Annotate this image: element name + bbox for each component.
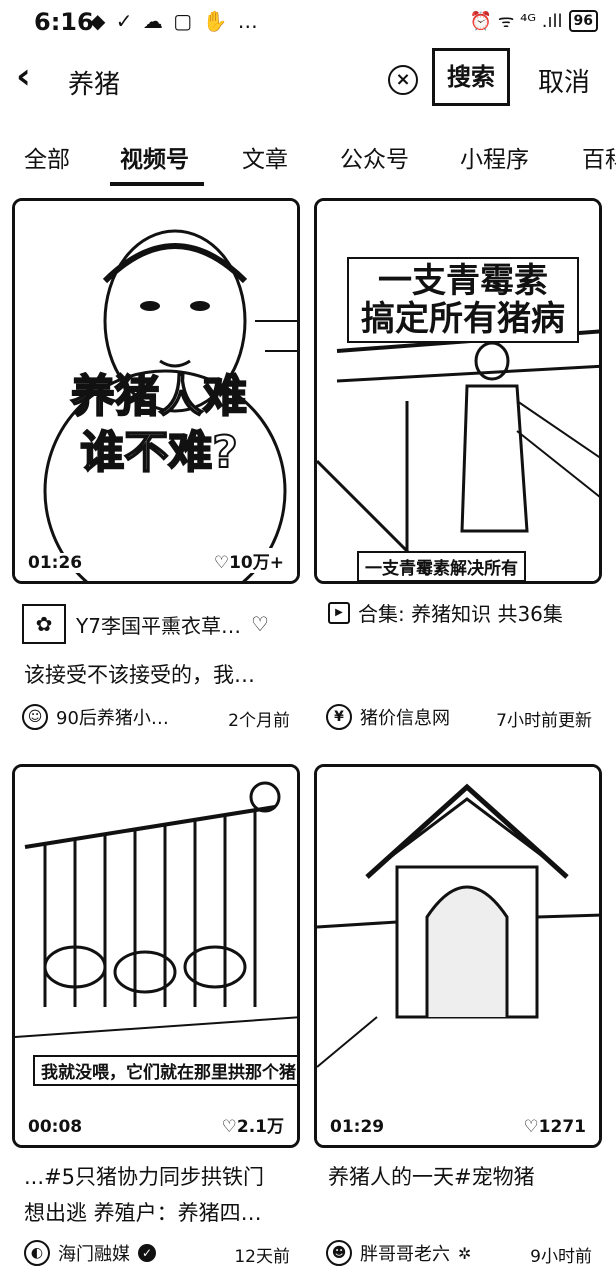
- thumbnail-caption-line-2: 谁不难?: [79, 426, 239, 479]
- system-icons: ⏰ ᯤ ⁴ᴳ .ıll 96: [470, 9, 598, 33]
- author-avatar: ☺: [22, 704, 48, 730]
- post-time: 7小时前更新: [496, 711, 592, 731]
- post-time: 2个月前: [228, 711, 290, 731]
- search-input[interactable]: 养猪: [68, 64, 120, 101]
- author-row[interactable]: ☺ 90后养猪小…: [22, 704, 169, 730]
- author-avatar: ¥: [326, 704, 352, 730]
- video-thumbnail-3[interactable]: 我就没喂，它们就在那里拱那个猪门 00:08 ♡2.1万: [12, 764, 300, 1148]
- video-duration: 01:29: [327, 1117, 388, 1137]
- author-row[interactable]: ☻ 胖哥哥老六 ✲: [326, 1240, 471, 1266]
- thumbnail-caption-line-1: 养猪人难: [70, 370, 248, 423]
- channel-name: Y7李国平熏衣草…: [76, 613, 241, 638]
- like-count: ♡10万+: [210, 548, 287, 573]
- tab-articles[interactable]: 文章: [242, 140, 288, 174]
- author-row[interactable]: ◐ 海门融媒 ✓: [24, 1240, 156, 1266]
- video-duration: 00:08: [25, 1117, 86, 1137]
- back-icon[interactable]: ‹: [16, 59, 52, 96]
- tab-all[interactable]: 全部: [24, 140, 70, 174]
- channel-row[interactable]: ✿ Y7李国平熏衣草… ♡: [22, 604, 304, 644]
- author-name: 猪价信息网: [360, 708, 450, 729]
- author-avatar: ◐: [24, 1240, 50, 1266]
- tab-mini-programs[interactable]: 小程序: [460, 140, 529, 174]
- video-subtitle: 我就没喂，它们就在那里拱那个猪门: [33, 1055, 297, 1086]
- battery-icon: 96: [568, 10, 598, 32]
- post-time: 12天前: [234, 1247, 290, 1267]
- badge-icon: ✲: [458, 1243, 472, 1263]
- clear-icon[interactable]: ×: [388, 65, 418, 95]
- verified-icon: ✓: [138, 1244, 156, 1262]
- collection-row[interactable]: ▶ 合集: 养猪知识 共36集: [328, 598, 610, 627]
- heart-icon[interactable]: ♡: [251, 612, 269, 636]
- search-button[interactable]: 搜索: [432, 48, 510, 106]
- video-description-line-1[interactable]: ...#5只猪协力同步拱铁门: [24, 1160, 306, 1194]
- thumbnail-caption-line-2: 搞定所有猪病: [347, 297, 579, 343]
- tab-official-accounts[interactable]: 公众号: [340, 140, 409, 174]
- video-thumbnail-1[interactable]: 养猪人难 谁不难? 01:26 ♡10万+: [12, 198, 300, 584]
- search-header: ‹ 养猪 × 搜索 取消: [0, 44, 616, 118]
- author-row[interactable]: ¥ 猪价信息网: [326, 704, 450, 730]
- category-tabs: 全部 视频号 文章 公众号 小程序 百科: [0, 130, 616, 190]
- active-tab-indicator: [110, 182, 204, 186]
- author-name: 胖哥哥老六: [360, 1244, 450, 1265]
- author-name: 90后养猪小…: [56, 708, 169, 729]
- like-count: ♡2.1万: [218, 1112, 287, 1137]
- tab-channels[interactable]: 视频号: [120, 140, 189, 174]
- collection-label: 合集: 养猪知识 共36集: [358, 602, 563, 626]
- video-thumbnail-2[interactable]: 一支青霉素 搞定所有猪病 一支青霉素解决所有: [314, 198, 602, 584]
- thumbnail-illustration: [15, 767, 297, 1145]
- author-avatar: ☻: [326, 1240, 352, 1266]
- status-bar: 6:16 ◆ ✓ ☁ ▢ ✋ … ⏰ ᯤ ⁴ᴳ .ıll 96: [0, 0, 616, 44]
- notification-icons: ◆ ✓ ☁ ▢ ✋ …: [90, 9, 260, 33]
- like-count: ♡1271: [520, 1117, 589, 1137]
- thumbnail-illustration: [317, 767, 599, 1145]
- video-description[interactable]: 养猪人的一天#宠物猪: [328, 1160, 610, 1194]
- post-time: 9小时前: [530, 1247, 592, 1267]
- video-duration: 01:26: [25, 553, 86, 573]
- video-description-line-2[interactable]: 想出逃 养殖户：养猪四…: [24, 1196, 306, 1230]
- signal-icons: ⏰ ᯤ ⁴ᴳ .ıll: [469, 11, 563, 32]
- video-thumbnail-4[interactable]: 01:29 ♡1271: [314, 764, 602, 1148]
- video-subtitle: 一支青霉素解决所有: [357, 551, 526, 581]
- play-collection-icon: ▶: [328, 601, 350, 624]
- cancel-button[interactable]: 取消: [538, 62, 590, 99]
- channel-avatar: ✿: [22, 604, 66, 644]
- video-description[interactable]: 该接受不该接受的，我…: [24, 658, 306, 692]
- author-name: 海门融媒: [58, 1244, 130, 1265]
- tab-encyclopedia[interactable]: 百科: [582, 140, 616, 174]
- status-time: 6:16: [34, 8, 94, 36]
